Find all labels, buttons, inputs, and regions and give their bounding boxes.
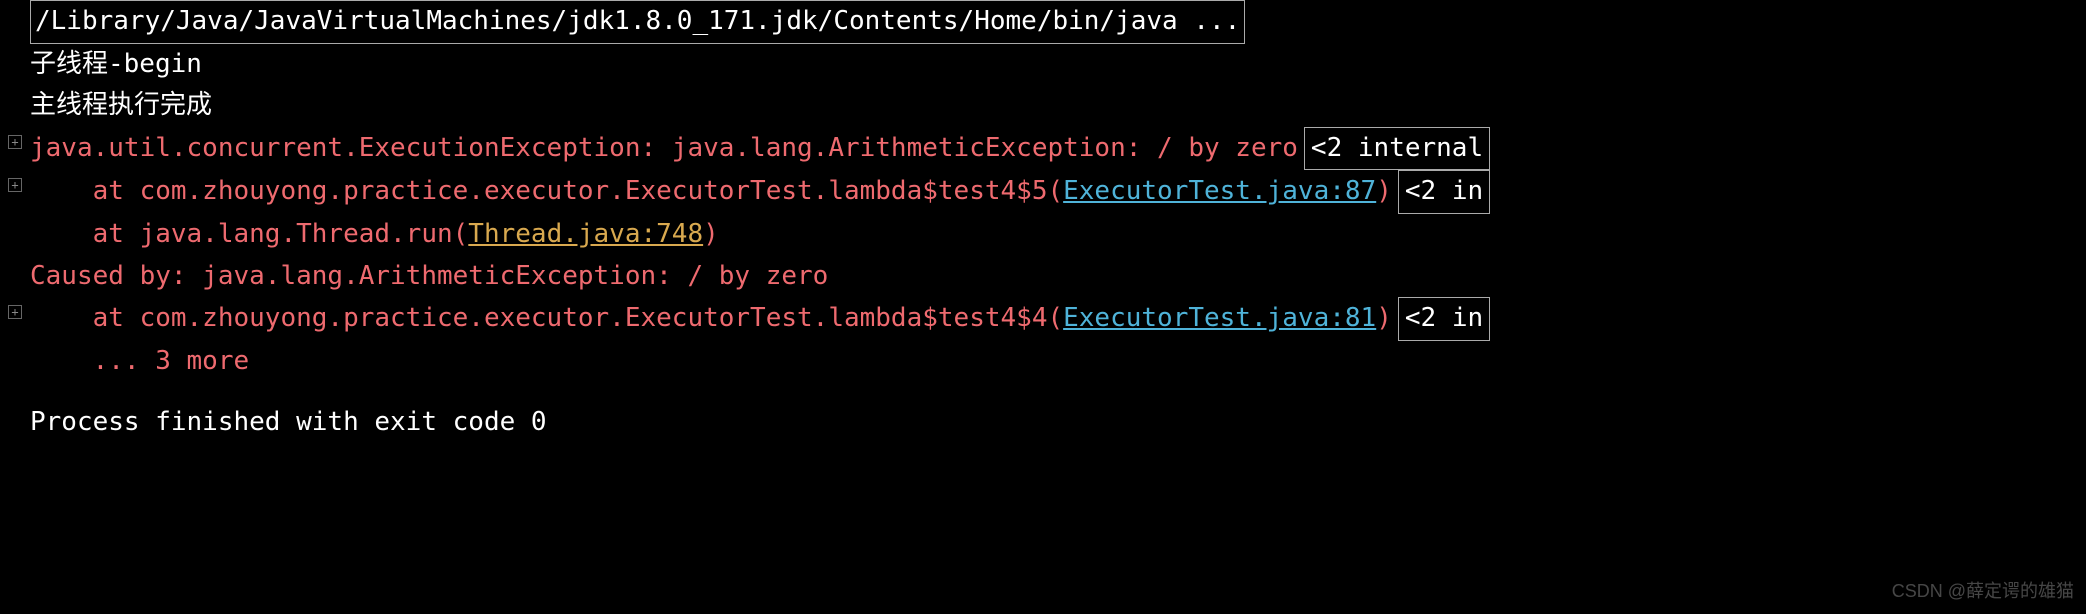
paren-close: ): [1376, 171, 1392, 213]
stacktrace-at: at java.lang.Thread.run(: [30, 214, 468, 256]
gutter: [0, 341, 30, 349]
gutter: +: [0, 297, 30, 319]
internal-lines-badge[interactable]: <2 in: [1398, 297, 1490, 341]
exit-code-line: Process finished with exit code 0: [0, 402, 2086, 444]
stacktrace-more-line: ... 3 more: [0, 341, 2086, 383]
internal-lines-badge[interactable]: <2 in: [1398, 170, 1490, 214]
paren-close: ): [703, 214, 719, 256]
caused-by-line: Caused by: java.lang.ArithmeticException…: [0, 256, 2086, 298]
stacktrace-line: + at com.zhouyong.practice.executor.Exec…: [0, 297, 2086, 341]
gutter: [0, 85, 30, 93]
exit-code-text: Process finished with exit code 0: [30, 402, 547, 444]
stacktrace-at: at com.zhouyong.practice.executor.Execut…: [30, 171, 1063, 213]
stacktrace-line: + at com.zhouyong.practice.executor.Exec…: [0, 170, 2086, 214]
exception-line: + java.util.concurrent.ExecutionExceptio…: [0, 127, 2086, 171]
gutter: [0, 214, 30, 222]
gutter: +: [0, 127, 30, 149]
exception-message: java.util.concurrent.ExecutionException:…: [30, 128, 1298, 170]
stacktrace-at: at com.zhouyong.practice.executor.Execut…: [30, 298, 1063, 340]
gutter: +: [0, 170, 30, 192]
watermark: CSDN @薛定谔的雄猫: [1892, 577, 2074, 606]
spacer: [0, 382, 2086, 402]
stacktrace-line: at java.lang.Thread.run(Thread.java:748): [0, 214, 2086, 256]
output-text: 子线程-begin: [30, 44, 202, 86]
source-link[interactable]: Thread.java:748: [468, 214, 703, 256]
fold-expand-icon[interactable]: +: [8, 135, 22, 149]
gutter: [0, 402, 30, 410]
internal-lines-badge[interactable]: <2 internal: [1304, 127, 1490, 171]
source-link[interactable]: ExecutorTest.java:87: [1063, 171, 1376, 213]
fold-expand-icon[interactable]: +: [8, 305, 22, 319]
fold-expand-icon[interactable]: +: [8, 178, 22, 192]
stdout-line: 主线程执行完成: [0, 85, 2086, 127]
more-text: ... 3 more: [30, 341, 249, 383]
stdout-line: 子线程-begin: [0, 44, 2086, 86]
java-command-path: /Library/Java/JavaVirtualMachines/jdk1.8…: [30, 0, 1245, 44]
gutter: [0, 44, 30, 52]
command-header-line: /Library/Java/JavaVirtualMachines/jdk1.8…: [0, 0, 2086, 44]
caused-by-text: Caused by: java.lang.ArithmeticException…: [30, 256, 828, 298]
output-text: 主线程执行完成: [30, 85, 212, 127]
paren-close: ): [1376, 298, 1392, 340]
gutter: [0, 256, 30, 264]
console-output: /Library/Java/JavaVirtualMachines/jdk1.8…: [0, 0, 2086, 444]
gutter: [0, 0, 30, 8]
source-link[interactable]: ExecutorTest.java:81: [1063, 298, 1376, 340]
